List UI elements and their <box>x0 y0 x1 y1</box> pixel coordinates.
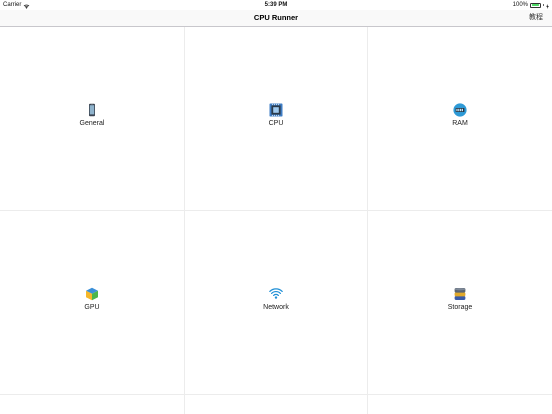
cpu-chip-icon <box>269 103 283 117</box>
ram-icon <box>453 103 467 117</box>
tile-empty <box>0 395 185 414</box>
battery-level-fill <box>531 4 540 6</box>
tile-content: GPU <box>0 287 184 312</box>
database-icon <box>453 287 467 301</box>
feature-grid: General CPU RAM GPU Network Storage <box>0 27 552 414</box>
tile-label: CPU <box>268 120 284 127</box>
tile-content: CPU <box>185 103 367 128</box>
tile-empty <box>185 395 368 414</box>
tile-ram[interactable]: RAM <box>368 27 552 211</box>
tile-empty <box>368 395 552 414</box>
charging-bolt-icon <box>546 3 549 9</box>
battery-icon <box>530 2 541 8</box>
phone-icon <box>85 103 99 117</box>
tile-label: RAM <box>452 120 468 127</box>
status-time: 5:39 PM <box>264 2 288 8</box>
tile-network[interactable]: Network <box>185 211 368 395</box>
tile-label: Network <box>263 304 289 311</box>
tile-gpu[interactable]: GPU <box>0 211 185 395</box>
battery-percent: 100% <box>512 2 528 8</box>
tile-cpu[interactable]: CPU <box>185 27 368 211</box>
tile-content: Network <box>185 287 367 312</box>
tutorial-button[interactable]: 教程 <box>529 10 543 26</box>
tile-content: RAM <box>368 103 552 128</box>
status-bar: Carrier 5:39 PM 100% <box>0 0 552 10</box>
gpu-cube-icon <box>85 287 99 301</box>
tile-label: Storage <box>447 304 473 311</box>
wifi-icon <box>269 287 283 301</box>
app-screen: Carrier 5:39 PM 100% CPU Runner 教程 Gener… <box>0 0 552 414</box>
tile-content: General <box>0 103 184 128</box>
battery-tip <box>543 4 544 6</box>
tile-label: GPU <box>84 304 100 311</box>
status-right: 100% <box>513 0 549 10</box>
navigation-bar: CPU Runner 教程 <box>0 10 552 27</box>
tile-general[interactable]: General <box>0 27 185 211</box>
tile-storage[interactable]: Storage <box>368 211 552 395</box>
page-title: CPU Runner <box>253 13 299 22</box>
tile-content: Storage <box>368 287 552 312</box>
tile-label: General <box>79 120 105 127</box>
